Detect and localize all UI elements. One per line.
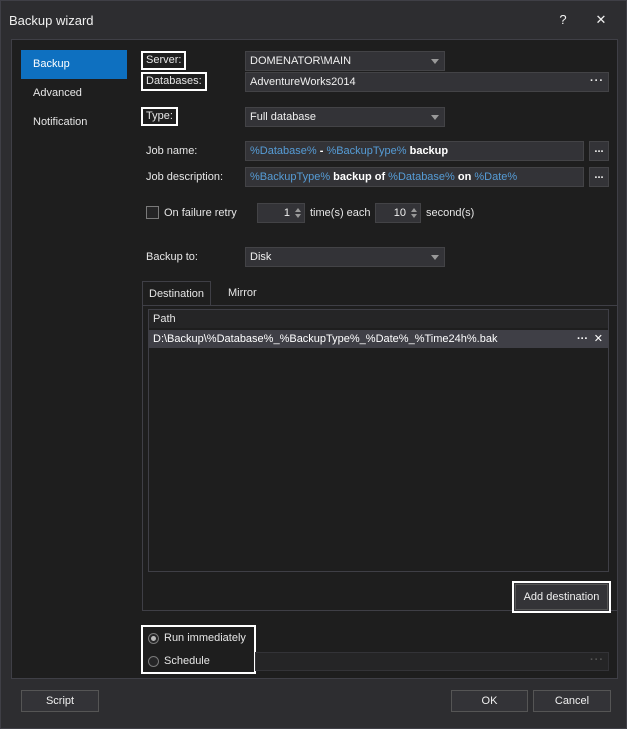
tab-mirror[interactable]: Mirror <box>222 281 263 305</box>
stepper-down-icon[interactable] <box>295 214 301 218</box>
destination-path: D:\Backup\%Database%_%BackupType%_%Date%… <box>153 333 498 345</box>
job-desc-text: backup of <box>330 171 389 183</box>
close-icon[interactable]: ✕ <box>591 11 611 29</box>
job-description-ellipsis-button[interactable]: ... <box>589 167 609 187</box>
server-combo[interactable]: DOMENATOR\MAIN <box>245 51 445 71</box>
job-desc-token: %Date% <box>474 171 518 183</box>
databases-field[interactable]: AdventureWorks2014 ··· <box>245 72 609 92</box>
databases-more-icon[interactable]: ··· <box>590 73 604 90</box>
schedule-field: ··· <box>255 652 609 671</box>
run-immediately-radio[interactable] <box>148 633 159 644</box>
sidebar-item-notification[interactable]: Notification <box>21 108 127 137</box>
schedule-label: Schedule <box>164 655 210 667</box>
job-name-ellipsis-button[interactable]: ... <box>589 141 609 161</box>
retry-count-value: 1 <box>283 207 290 219</box>
retry-seconds-stepper[interactable]: 10 <box>375 203 421 223</box>
add-destination-button[interactable]: Add destination <box>512 581 611 613</box>
job-name-token: %Database% <box>250 145 317 157</box>
tab-destination[interactable]: Destination <box>142 281 212 305</box>
times-each-label: time(s) each <box>310 207 371 219</box>
cancel-button[interactable]: Cancel <box>533 690 611 712</box>
server-label: Server: <box>141 51 187 70</box>
job-desc-token: %BackupType% <box>250 171 331 183</box>
backup-to-combo[interactable]: Disk <box>245 247 445 267</box>
title-bar: Backup wizard ? ✕ <box>1 1 626 39</box>
job-description-label: Job description: <box>146 171 224 183</box>
stepper-up-icon[interactable] <box>295 208 301 212</box>
run-immediately-label: Run immediately <box>164 632 246 644</box>
remove-row-icon[interactable]: ✕ <box>594 330 603 348</box>
help-icon[interactable]: ? <box>553 11 573 29</box>
schedule-more-icon: ··· <box>590 654 604 666</box>
backup-to-value: Disk <box>250 251 272 263</box>
job-name-text: - <box>316 145 327 157</box>
server-value: DOMENATOR\MAIN <box>250 55 352 67</box>
job-desc-token: %Database% <box>388 171 455 183</box>
sidebar-nav: Backup Advanced Notification <box>21 50 127 137</box>
stepper-down-icon[interactable] <box>411 214 417 218</box>
job-name-token: %BackupType% <box>326 145 407 157</box>
type-label: Type: <box>141 107 178 126</box>
retry-count-stepper[interactable]: 1 <box>257 203 305 223</box>
table-row[interactable]: D:\Backup\%Database%_%BackupType%_%Date%… <box>149 330 608 348</box>
job-name-field[interactable]: %Database% - %BackupType% backup <box>245 141 584 161</box>
type-combo[interactable]: Full database <box>245 107 445 127</box>
chevron-down-icon <box>431 255 439 260</box>
script-button[interactable]: Script <box>21 690 99 712</box>
destination-grid: Path D:\Backup\%Database%_%BackupType%_%… <box>148 309 609 572</box>
job-description-field[interactable]: %BackupType% backup of %Database% on %Da… <box>245 167 584 187</box>
sidebar-item-advanced[interactable]: Advanced <box>21 79 127 108</box>
backup-wizard-window: Backup wizard ? ✕ Backup Advanced Notifi… <box>0 0 627 729</box>
job-desc-text: on <box>454 171 475 183</box>
seconds-label: second(s) <box>426 207 475 219</box>
ok-button[interactable]: OK <box>451 690 528 712</box>
chevron-down-icon <box>431 59 439 64</box>
row-more-icon[interactable]: ··· <box>577 330 588 348</box>
job-name-text: backup <box>406 145 449 157</box>
sidebar-item-backup[interactable]: Backup <box>21 50 127 79</box>
retry-seconds-value: 10 <box>393 207 406 219</box>
window-title: Backup wizard <box>9 13 94 28</box>
job-name-label: Job name: <box>146 145 198 157</box>
grid-header-path: Path <box>149 310 608 328</box>
databases-label: Databases: <box>141 72 207 91</box>
chevron-down-icon <box>431 115 439 120</box>
schedule-radio[interactable] <box>148 656 159 667</box>
backup-to-label: Backup to: <box>146 251 198 263</box>
failure-retry-label: On failure retry <box>164 207 237 219</box>
type-value: Full database <box>250 111 317 123</box>
databases-value: AdventureWorks2014 <box>250 76 356 88</box>
failure-retry-checkbox[interactable] <box>146 206 159 219</box>
stepper-up-icon[interactable] <box>411 208 417 212</box>
